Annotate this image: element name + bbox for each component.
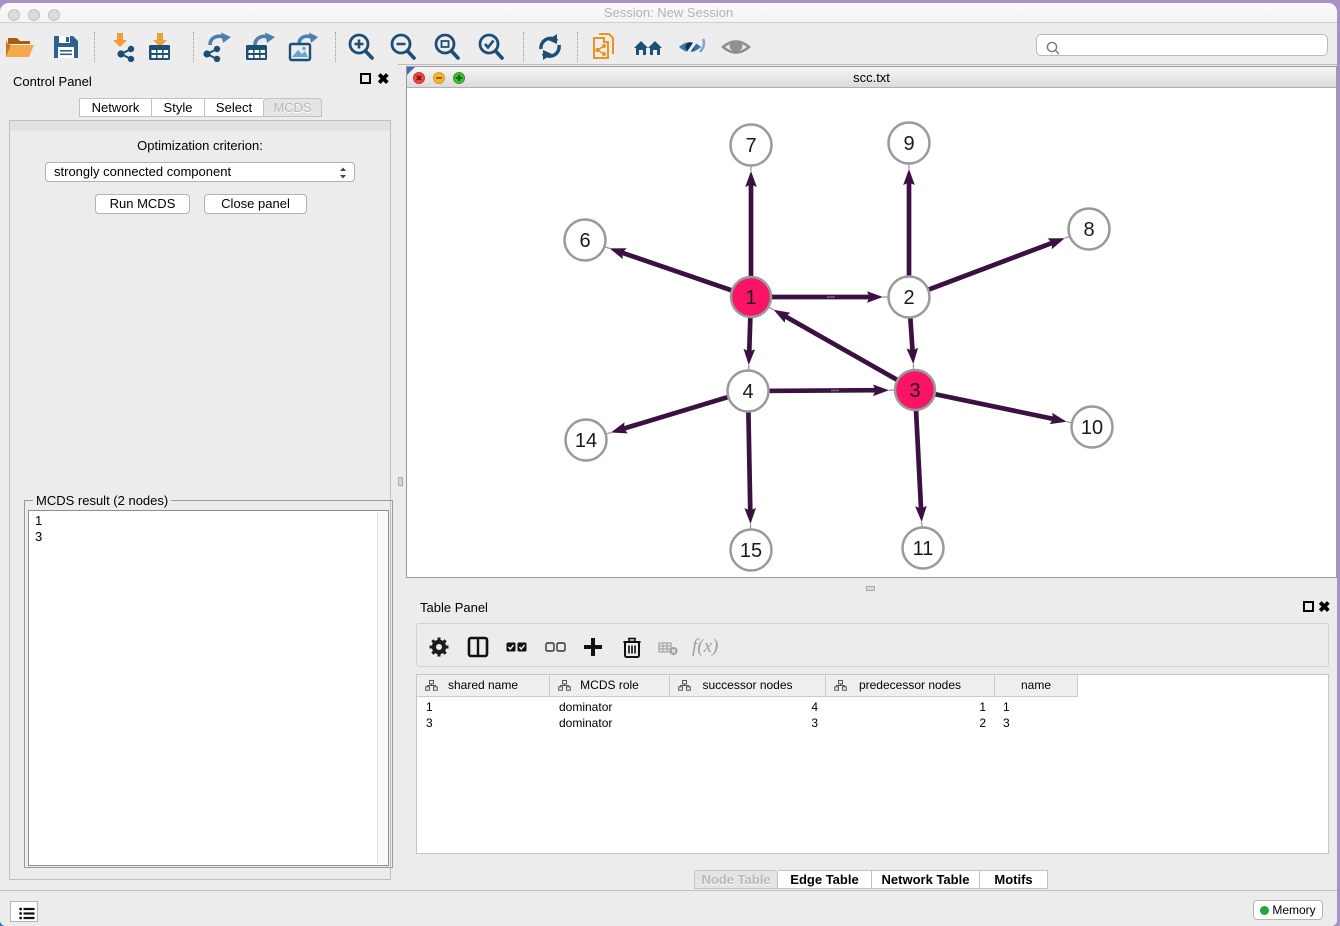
- svg-text:8: 8: [1083, 219, 1094, 241]
- svg-text:6: 6: [579, 230, 590, 252]
- svg-text:10: 10: [1081, 417, 1103, 439]
- svg-text:3: 3: [909, 380, 920, 402]
- svg-text:4: 4: [742, 381, 753, 403]
- svg-text:7: 7: [745, 135, 756, 157]
- svg-text:2: 2: [903, 287, 914, 309]
- svg-text:11: 11: [913, 538, 934, 560]
- svg-text:9: 9: [903, 133, 914, 155]
- svg-text:15: 15: [740, 540, 762, 562]
- svg-text:14: 14: [575, 430, 597, 452]
- svg-text:1: 1: [745, 287, 756, 309]
